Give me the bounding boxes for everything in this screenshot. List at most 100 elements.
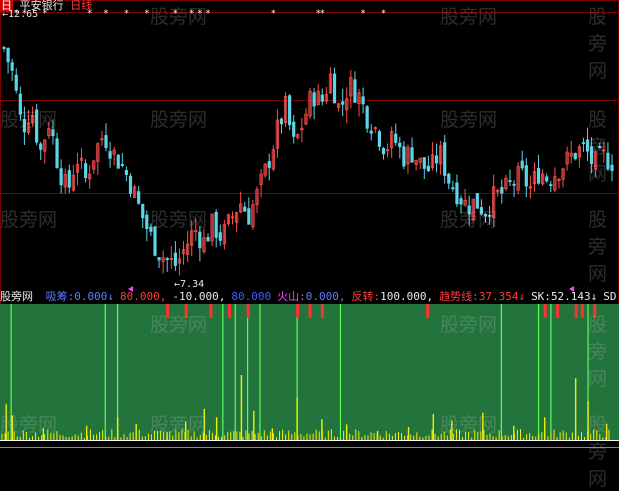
candle-body xyxy=(153,226,157,256)
indicator-name[interactable]: 股旁网 xyxy=(0,290,33,303)
candle-body xyxy=(500,186,504,194)
star-marker-icon: * xyxy=(271,9,276,19)
indicator-item: 吸筹:0.000↓ xyxy=(46,290,114,303)
red-signal-tick xyxy=(308,304,312,318)
red-signal-tick xyxy=(580,304,584,318)
candle-body xyxy=(573,153,577,160)
candle-body xyxy=(467,205,471,215)
candle-body xyxy=(410,147,414,163)
indicator-item: 趋势线:37.354↓ xyxy=(439,290,525,303)
indicator-item-value: 80.000, xyxy=(120,290,167,303)
candle-body xyxy=(10,62,14,71)
candle-body xyxy=(434,155,439,164)
candle-body xyxy=(120,164,124,166)
candle-body xyxy=(214,211,218,238)
candle-body xyxy=(108,151,112,159)
candle-body xyxy=(173,252,177,266)
red-signal-tick xyxy=(426,304,430,318)
star-marker-icon: * xyxy=(124,9,129,19)
indicator-item-value: 0.000, xyxy=(305,290,346,303)
candle-body xyxy=(137,191,141,204)
indicator-item: SD xyxy=(603,290,616,303)
candle-body xyxy=(512,183,516,186)
candle-body xyxy=(84,163,88,179)
red-signal-tick xyxy=(228,304,232,318)
candle-body xyxy=(2,47,6,49)
indicator-item-value: 52.143↓ xyxy=(550,290,598,303)
high-price-label: ←12.65 xyxy=(2,9,39,20)
low-price-label: ←7.34 xyxy=(174,279,205,290)
red-signal-tick xyxy=(574,304,578,318)
candle-body xyxy=(459,198,463,205)
candle-body xyxy=(6,47,10,63)
candle-body xyxy=(149,226,153,232)
star-marker-icon: * xyxy=(197,9,202,19)
candle-body xyxy=(483,213,488,217)
candle-body xyxy=(520,160,524,169)
red-signal-tick xyxy=(296,304,300,318)
candle-body xyxy=(157,257,161,261)
candle-body xyxy=(55,138,59,169)
period-label[interactable]: 日线 xyxy=(70,0,92,12)
red-signal-tick xyxy=(209,304,213,318)
candle-body xyxy=(267,161,271,168)
candle-body xyxy=(288,95,292,126)
candle-body xyxy=(218,232,222,241)
candle-body xyxy=(320,94,324,102)
indicator-item-label: SD xyxy=(603,290,617,303)
indicator-item-value: 37.354↓ xyxy=(478,290,526,303)
candle-body xyxy=(332,73,337,104)
candle-body xyxy=(35,109,39,143)
candle-body xyxy=(475,193,479,209)
candle-body xyxy=(443,142,447,176)
candle-body xyxy=(141,203,145,219)
candle-body xyxy=(447,173,451,184)
candle-body xyxy=(128,175,133,194)
candle-body xyxy=(377,131,382,147)
candle-body xyxy=(59,168,63,186)
candle-body xyxy=(479,207,484,215)
indicator-item-label: SK: xyxy=(531,290,551,303)
indicator-item: 火山:0.000, xyxy=(277,290,345,303)
red-signal-tick xyxy=(184,304,188,318)
candle-body xyxy=(581,142,586,144)
candle-body xyxy=(508,180,512,182)
red-signal-tick xyxy=(320,304,324,318)
candle-body xyxy=(381,148,386,155)
candle-body xyxy=(51,129,55,137)
indicator-item-value: 0.000↓ xyxy=(74,290,114,303)
candle-body xyxy=(247,208,251,225)
stock-chart-window[interactable]: * * * * * * * * * * * * * * * * 日 平安银行 日线 ←12.65 ←7.34 … xyxy=(0,0,619,490)
candle-body xyxy=(14,74,18,91)
candle-body xyxy=(589,146,594,165)
candle-body xyxy=(104,135,108,149)
star-marker-icon: * xyxy=(144,9,149,19)
candle-body xyxy=(524,165,528,187)
indicator-item: -10.000, xyxy=(172,290,225,303)
indicator-item-value: -10.000, xyxy=(172,290,226,303)
candle-body xyxy=(545,176,549,182)
candle-body xyxy=(394,133,398,143)
candle-body xyxy=(67,170,71,188)
indicator-item-value: 100.000, xyxy=(380,290,434,303)
candle-body xyxy=(353,79,357,103)
candle-body xyxy=(18,93,22,115)
candle-body xyxy=(598,145,602,149)
star-marker-icon: * xyxy=(189,9,194,19)
indicator-panel-bg xyxy=(0,304,619,440)
candle-body xyxy=(198,231,202,249)
indicator-item-value: 80.000 xyxy=(231,290,272,303)
candle-body xyxy=(536,167,541,184)
indicator-item: 80.000, xyxy=(120,290,166,303)
candle-body xyxy=(22,118,27,133)
red-signal-tick xyxy=(593,304,597,318)
indicator-item-label: 吸筹: xyxy=(45,290,75,303)
candle-body xyxy=(165,258,169,261)
chart-svg[interactable]: * * * * * * * * * * * * ** * * xyxy=(0,0,619,455)
candle-body xyxy=(422,157,426,169)
red-signal-tick xyxy=(166,304,170,318)
indicator-item-label: 趋势线: xyxy=(439,290,479,303)
candle-body xyxy=(451,187,455,190)
candle-body xyxy=(549,184,553,186)
red-signal-tick xyxy=(556,304,560,318)
